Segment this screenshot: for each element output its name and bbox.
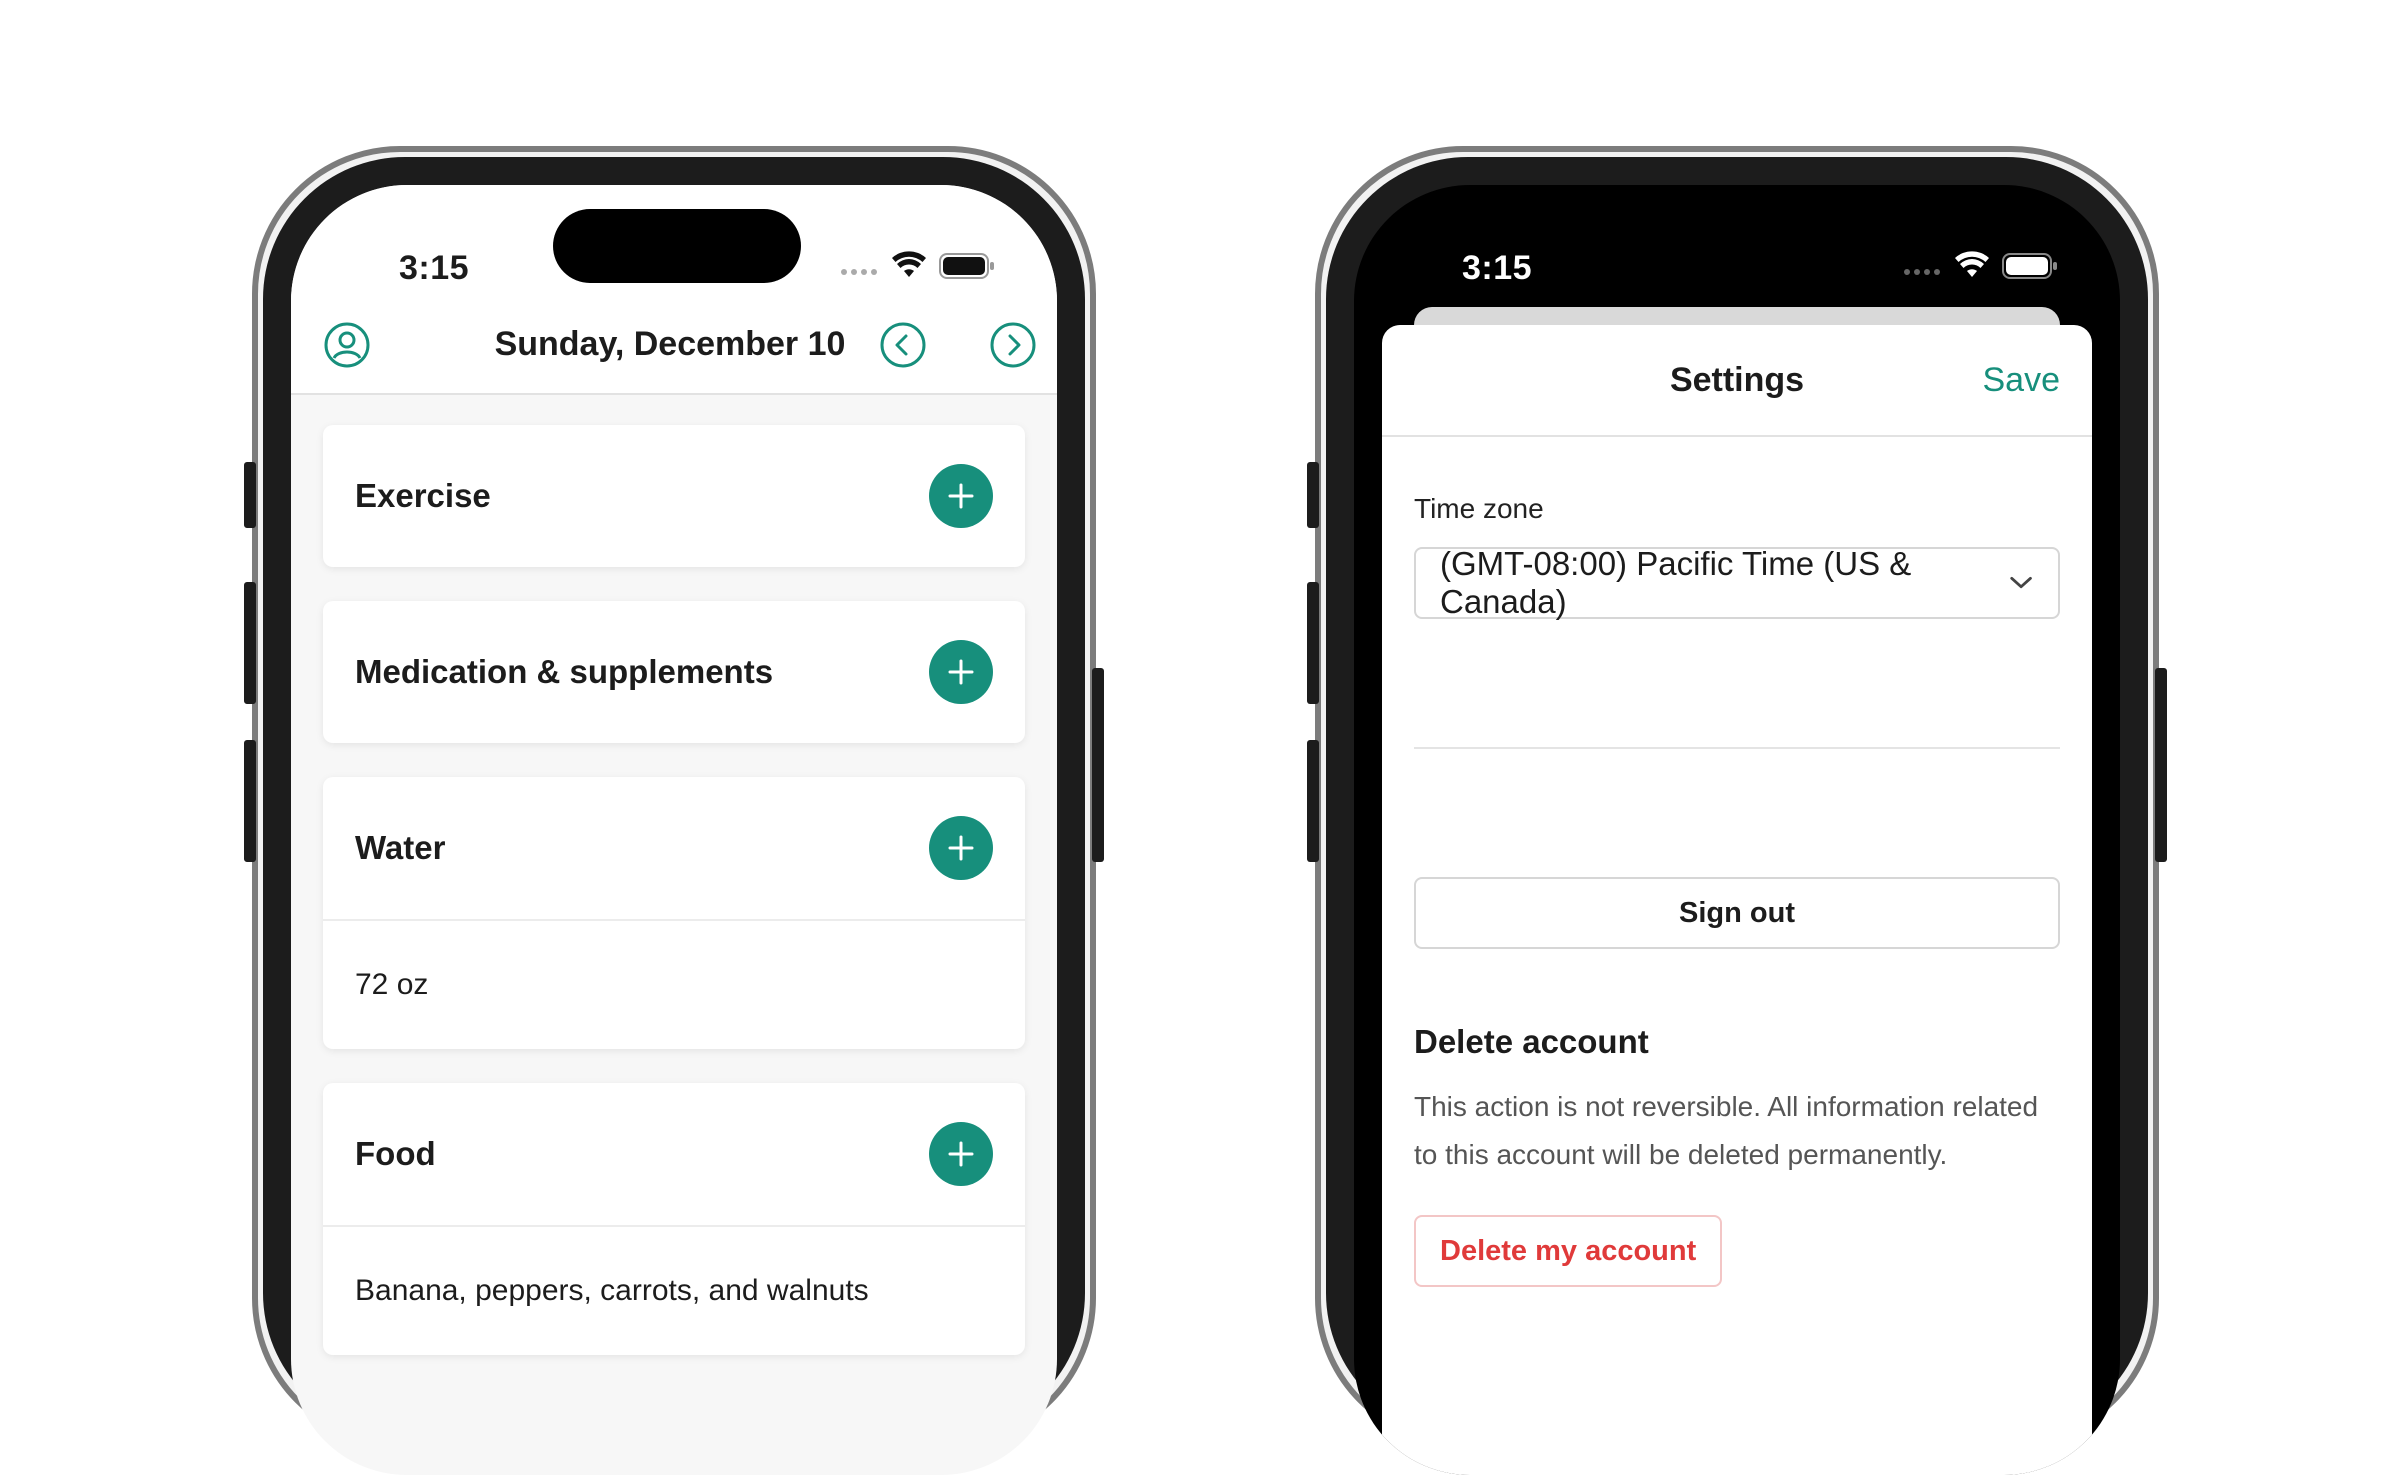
time-zone-select[interactable]: (GMT-08:00) Pacific Time (US & Canada): [1414, 545, 2060, 620]
water-entry[interactable]: 72 oz: [323, 919, 1025, 1049]
plus-icon: [948, 835, 974, 861]
log-card-list: Exercise Medication & supplements Water …: [323, 425, 1025, 1389]
card-title: Exercise: [355, 477, 491, 514]
status-bar: 3:15: [291, 185, 1057, 295]
add-medication-button[interactable]: [929, 640, 993, 704]
phone-screen: 3:15 Sunday, December 10 Exercise Medica…: [291, 185, 1057, 1475]
battery-icon: [939, 253, 994, 279]
volume-up-button: [244, 582, 256, 704]
add-water-button[interactable]: [929, 816, 993, 880]
dynamic-island: [553, 209, 801, 283]
status-time: 3:15: [1462, 249, 1533, 287]
sheet-header: Settings Save: [1382, 325, 2092, 437]
phone-frame: 3:15 Sunday, December 10 Exercise Medica…: [263, 157, 1085, 1475]
volume-down-button: [244, 740, 256, 862]
day-navigation-header: Sunday, December 10: [291, 295, 1057, 395]
food-entry[interactable]: Banana, peppers, carrots, and walnuts: [323, 1225, 1025, 1355]
page-title: Sunday, December 10: [494, 325, 846, 363]
card-title: Water: [355, 829, 446, 866]
card-header: Exercise: [323, 425, 1025, 567]
time-zone-label: Time zone: [1414, 493, 1544, 524]
card-header: Food: [323, 1083, 1025, 1225]
card-header: Medication & supplements: [323, 601, 1025, 743]
action-button: [244, 462, 256, 528]
wifi-icon: [892, 251, 926, 277]
power-button: [1092, 668, 1104, 862]
status-bar: 3:15: [1354, 185, 2120, 295]
add-exercise-button[interactable]: [929, 464, 993, 528]
delete-account-button[interactable]: Delete my account: [1414, 1215, 1723, 1287]
delete-account-description: This action is not reversible. All infor…: [1414, 1091, 2039, 1170]
volume-down-button: [1307, 740, 1319, 862]
battery-icon: [2002, 253, 2057, 279]
phone-screen: 3:15 Settings Save Time zone (GMT-08:00)…: [1354, 185, 2120, 1475]
sign-out-button[interactable]: Sign out: [1414, 877, 2060, 949]
phone-daily-log: 3:15 Sunday, December 10 Exercise Medica…: [244, 146, 1104, 1475]
chevron-down-icon: [2010, 576, 2032, 589]
settings-content: Time zone (GMT-08:00) Pacific Time (US &…: [1414, 437, 2060, 1287]
cellular-signal-icon: [841, 269, 877, 275]
volume-up-button: [1307, 582, 1319, 704]
chevron-right-icon[interactable]: [989, 321, 1037, 374]
food-card: Food Banana, peppers, carrots, and walnu…: [323, 1083, 1025, 1355]
phone-frame: 3:15 Settings Save Time zone (GMT-08:00)…: [1326, 157, 2148, 1475]
delete-account-heading: Delete account: [1414, 1023, 1649, 1060]
phone-settings: 3:15 Settings Save Time zone (GMT-08:00)…: [1307, 146, 2167, 1475]
water-card: Water 72 oz: [323, 777, 1025, 1049]
plus-icon: [948, 483, 974, 509]
cellular-signal-icon: [1904, 269, 1940, 275]
power-button: [2155, 668, 2167, 862]
wifi-icon: [1955, 251, 1989, 277]
status-time: 3:15: [399, 249, 470, 287]
settings-sheet: Settings Save Time zone (GMT-08:00) Paci…: [1382, 325, 2092, 1475]
plus-icon: [948, 1141, 974, 1167]
save-button[interactable]: Save: [1983, 361, 2061, 400]
section-divider: [1414, 747, 2060, 749]
action-button: [1307, 462, 1319, 528]
chevron-left-icon[interactable]: [879, 321, 927, 374]
card-title: Medication & supplements: [355, 653, 774, 690]
plus-icon: [948, 659, 974, 685]
time-zone-value: (GMT-08:00) Pacific Time (US & Canada): [1440, 545, 1912, 620]
card-header: Water: [323, 777, 1025, 919]
exercise-card: Exercise: [323, 425, 1025, 567]
add-food-button[interactable]: [929, 1122, 993, 1186]
medication-card: Medication & supplements: [323, 601, 1025, 743]
card-title: Food: [355, 1135, 436, 1172]
